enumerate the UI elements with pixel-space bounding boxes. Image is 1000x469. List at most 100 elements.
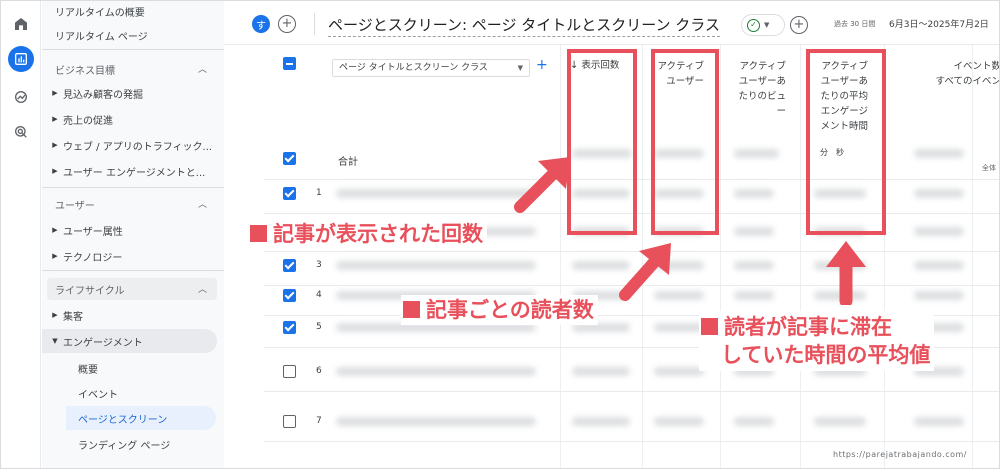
add-dimension-button[interactable]: + [536,57,548,73]
annotation-arrow-readers [619,243,671,301]
column-header-event-count[interactable]: イベント数 すべてのイベン [904,59,1000,89]
sidebar-subitem-pages-screens[interactable]: ページとスクリーン [66,406,216,430]
event-total-label: 全体 [982,164,996,172]
column-divider [972,45,973,468]
sidebar-item-label: エンゲージメント [63,337,143,349]
sidebar-subitem-landing-pages[interactable]: ランディング ページ [78,437,170,452]
row-divider [264,391,999,392]
section-label: ライフサイクル [55,285,125,297]
sidebar-section-business-objectives[interactable]: ビジネス目標 ︿ [47,58,217,80]
add-comparison-button[interactable]: + [278,15,296,33]
blurred-value [336,367,536,376]
blurred-value [336,261,536,270]
report-sidebar: リアルタイムの概要 リアルタイム ページ ビジネス目標 ︿ ▶ 見込み顧客の発掘 … [42,1,224,468]
row-number: 3 [316,260,322,270]
sidebar-link-realtime-overview[interactable]: リアルタイムの概要 [55,4,145,19]
watermark: https://parejatrabajando.com/ [833,450,967,459]
comparison-avatar[interactable]: す [252,15,270,33]
add-button[interactable]: + [790,16,808,34]
column-divider [800,45,801,468]
sidebar-subitem-events[interactable]: イベント [78,386,118,401]
blurred-value [734,417,774,426]
sidebar-subitem-overview[interactable]: 概要 [78,361,98,376]
row-number: 1 [316,188,322,198]
select-all-checkbox[interactable] [283,57,296,70]
blurred-value [914,417,964,426]
chevron-down-icon: ▼ [517,64,523,72]
column-header-sublabel: すべてのイベン [935,76,1000,87]
chevron-up-icon: ︿ [197,200,207,210]
expand-icon: ▶ [52,115,58,123]
sidebar-item-label: 集客 [63,311,83,323]
blurred-value [572,367,630,376]
expand-icon: ▶ [52,311,58,319]
highlight-box-views [567,49,637,235]
advertising-icon[interactable] [8,119,34,145]
chevron-up-icon: ︿ [197,285,207,295]
blurred-value [734,291,774,300]
expand-icon: ▶ [52,167,58,175]
annotation-text: 記事が表示された回数 [273,222,483,246]
blurred-value [914,261,964,270]
square-bullet-icon [701,318,718,335]
dimension-select[interactable]: ページ タイトルとスクリーン クラス ▼ [332,59,530,77]
totals-checkbox[interactable] [283,152,296,165]
sidebar-divider [42,49,224,50]
column-header-label: イベント数 [953,61,1000,72]
blurred-value [734,227,774,236]
expand-icon: ▶ [52,226,58,234]
column-divider [560,45,561,468]
sidebar-item-tech[interactable]: ▶ テクノロジー [47,246,222,266]
blurred-value [814,417,866,426]
sidebar-item-label: 見込み顧客の発掘 [63,89,143,101]
expand-icon: ▶ [52,141,58,149]
square-bullet-icon [403,301,420,318]
sidebar-section-user[interactable]: ユーザー ︿ [47,193,217,215]
row-checkbox[interactable] [283,187,296,200]
annotation-views: 記事が表示された回数 [248,219,487,249]
sidebar-item-demographics[interactable]: ▶ ユーザー属性 [47,220,222,240]
highlight-box-active-users [651,49,719,235]
row-number: 7 [316,416,322,426]
row-checkbox[interactable] [283,415,296,428]
reports-icon[interactable] [8,46,34,72]
row-checkbox[interactable] [283,365,296,378]
header-divider [314,13,315,35]
column-header-views-per-user[interactable]: アクティブ ユーザーあたりのビュー [734,59,786,119]
sidebar-item-user-engagement[interactable]: ▶ ユーザー エンゲージメントと... [47,161,222,181]
annotation-readers: 記事ごとの読者数 [401,295,598,325]
annotation-arrow-views [514,157,570,213]
sidebar-section-lifecycle[interactable]: ライフサイクル ︿ [47,278,217,300]
sidebar-item-traffic[interactable]: ▶ ウェブ / アプリのトラフィック... [47,135,222,155]
expand-icon: ▶ [52,89,58,97]
row-checkbox[interactable] [283,321,296,334]
left-rail [1,1,41,468]
annotation-text-line2: していた時間の平均値 [721,343,931,367]
blurred-value [654,367,704,376]
blurred-value [734,189,774,198]
explore-icon[interactable] [8,84,34,110]
row-checkbox[interactable] [283,289,296,302]
sidebar-item-leads[interactable]: ▶ 見込み顧客の発掘 [47,83,222,103]
sidebar-item-label: ユーザー属性 [63,226,123,238]
sidebar-item-acquisition[interactable]: ▶ 集客 [47,305,222,325]
blurred-value [654,323,704,332]
date-range-picker[interactable]: 6月3日～2025年7月2日 [889,17,989,30]
row-checkbox[interactable] [283,259,296,272]
sidebar-item-sales[interactable]: ▶ 売上の促進 [47,109,222,129]
row-number: 5 [316,322,322,332]
sidebar-item-label: テクノロジー [63,252,123,264]
app-window: リアルタイムの概要 リアルタイム ページ ビジネス目標 ︿ ▶ 見込み顧客の発掘 … [0,0,1000,469]
row-number: 4 [316,290,322,300]
report-status-button[interactable]: ✓ ▼ [741,14,785,36]
sidebar-item-label: ウェブ / アプリのトラフィック... [63,141,213,153]
date-range-label: 過去 30 日間 [834,20,876,28]
home-icon[interactable] [8,11,34,37]
page-title: ページとスクリーン: ページ タイトルとスクリーン クラス [328,14,720,37]
sidebar-item-engagement[interactable]: ▼ エンゲージメント [42,329,217,353]
highlight-box-avg-time [806,49,886,235]
sidebar-link-realtime-pages[interactable]: リアルタイム ページ [55,28,148,43]
sidebar-item-label: ユーザー エンゲージメントと... [63,167,206,179]
section-label: ユーザー [55,200,95,212]
section-label: ビジネス目標 [55,65,115,77]
